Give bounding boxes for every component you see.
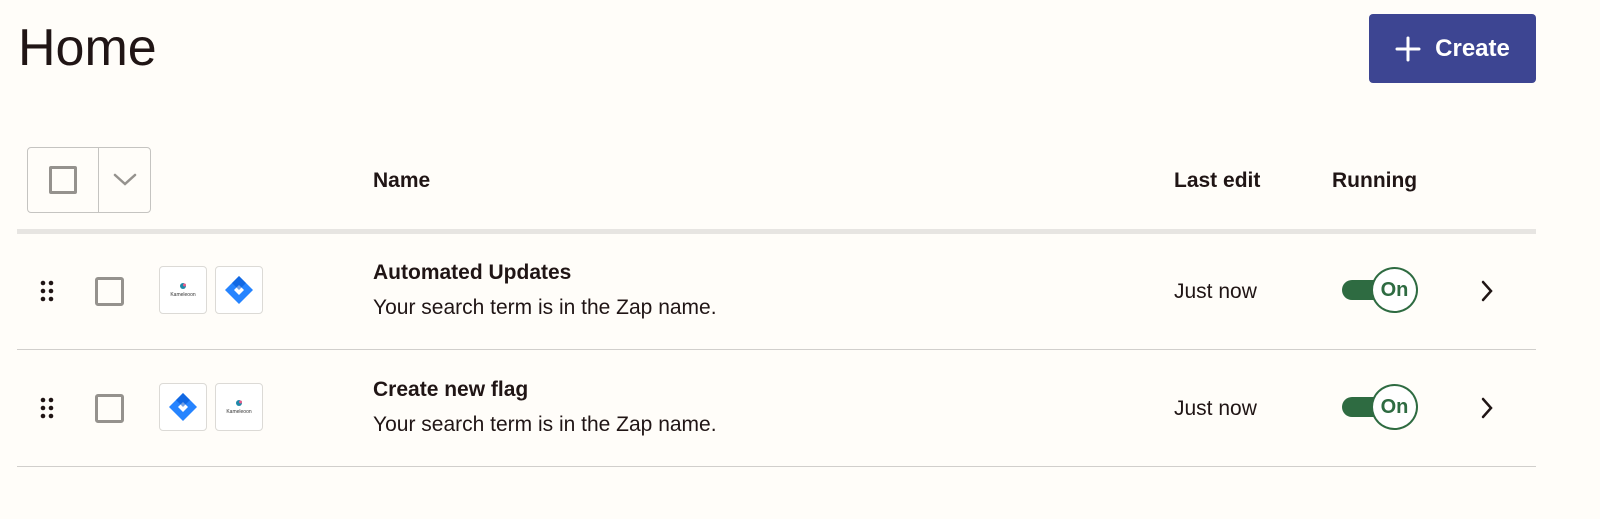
column-header-last-edit: Last edit xyxy=(1174,169,1261,192)
table-row[interactable]: Kameleoon Automated Updates Your search … xyxy=(17,232,1536,350)
drag-handle-icon[interactable] xyxy=(40,397,54,419)
chevron-down-icon xyxy=(113,173,136,186)
last-edit-value: Just now xyxy=(1174,280,1257,303)
select-menu-button[interactable] xyxy=(99,148,150,212)
column-header-running: Running xyxy=(1332,169,1418,192)
kameleoon-wordmark: Kameleoon xyxy=(170,292,196,298)
jira-app-icon xyxy=(159,383,207,431)
zap-title[interactable]: Create new flag xyxy=(373,377,528,403)
running-toggle[interactable]: On xyxy=(1342,267,1418,313)
create-button[interactable]: Create xyxy=(1369,14,1536,83)
select-all-checkbox[interactable] xyxy=(28,148,99,212)
kameleoon-app-icon: Kameleoon xyxy=(159,266,207,314)
drag-handle-icon[interactable] xyxy=(40,280,54,302)
column-header-name: Name xyxy=(373,169,431,192)
running-toggle[interactable]: On xyxy=(1342,384,1418,430)
toggle-label: On xyxy=(1380,395,1409,418)
kameleoon-app-icon: Kameleoon xyxy=(215,383,263,431)
chevron-right-icon[interactable] xyxy=(1479,279,1495,303)
zap-title[interactable]: Automated Updates xyxy=(373,260,571,286)
zap-description: Your search term is in the Zap name. xyxy=(373,296,717,319)
plus-icon xyxy=(1395,36,1421,61)
toggle-knob: On xyxy=(1371,267,1418,313)
zap-description: Your search term is in the Zap name. xyxy=(373,413,717,436)
row-checkbox[interactable] xyxy=(95,277,124,306)
page-title: Home xyxy=(18,19,157,77)
bulk-select-control xyxy=(27,147,151,213)
last-edit-value: Just now xyxy=(1174,397,1257,420)
table-row[interactable]: Kameleoon Create new flag Your search te… xyxy=(17,349,1536,467)
row-checkbox[interactable] xyxy=(95,394,124,423)
kameleoon-wordmark: Kameleoon xyxy=(226,409,252,415)
jira-app-icon xyxy=(215,266,263,314)
chevron-right-icon[interactable] xyxy=(1479,396,1495,420)
toggle-label: On xyxy=(1380,278,1409,301)
toggle-knob: On xyxy=(1371,384,1418,430)
create-button-label: Create xyxy=(1435,34,1510,62)
checkbox-icon xyxy=(49,166,77,194)
